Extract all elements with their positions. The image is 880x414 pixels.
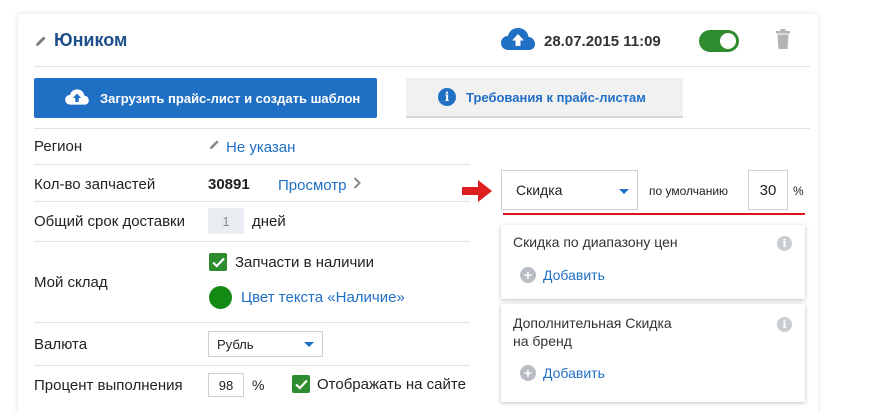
edit-pencil-icon xyxy=(208,138,221,156)
info-icon[interactable]: i xyxy=(777,236,792,251)
percent-input[interactable]: 98 xyxy=(208,373,244,397)
requirements-button[interactable]: i Требования к прайс-листам xyxy=(406,78,683,118)
currency-select[interactable]: Рубль xyxy=(208,331,323,357)
percent-unit: % xyxy=(252,377,265,393)
plus-icon: + xyxy=(520,365,536,381)
row-divider xyxy=(34,322,470,323)
panel-title: Дополнительная Скидка на бренд xyxy=(513,314,672,350)
show-on-site-label: Отображать на сайте xyxy=(317,375,466,393)
default-discount-unit: % xyxy=(793,184,804,198)
row-divider xyxy=(34,201,470,202)
show-on-site-checkbox[interactable] xyxy=(292,375,310,393)
parts-view-label[interactable]: Просмотр xyxy=(278,177,347,194)
row-divider xyxy=(34,241,470,242)
warehouse-label: Мой склад xyxy=(34,274,108,291)
add-price-range-button[interactable]: + Добавить xyxy=(520,267,605,283)
discount-type-value: Скидка xyxy=(516,182,563,198)
add-brand-discount-button[interactable]: + Добавить xyxy=(520,365,605,381)
percent-label: Процент выполнения xyxy=(34,377,183,394)
chevron-down-icon xyxy=(304,342,314,347)
default-discount-input[interactable]: 30 xyxy=(748,170,788,210)
edit-pencil-icon[interactable] xyxy=(34,34,48,48)
trash-icon[interactable] xyxy=(775,29,791,54)
row-divider xyxy=(34,164,470,165)
currency-value: Рубль xyxy=(217,336,254,352)
buttons-divider xyxy=(34,128,810,129)
upload-pricelist-label: Загрузить прайс-лист и создать шаблон xyxy=(100,90,361,106)
region-label: Регион xyxy=(34,138,83,155)
panel-title-line: Дополнительная Скидка xyxy=(513,315,672,331)
chevron-right-icon xyxy=(353,176,361,194)
red-arrow-icon xyxy=(462,180,492,207)
panel-title: Скидка по диапазону цен xyxy=(513,234,678,250)
price-range-discount-panel: Скидка по диапазону цен i + Добавить xyxy=(501,225,805,299)
add-label: Добавить xyxy=(543,365,605,381)
supplier-name[interactable]: Юником xyxy=(54,30,127,51)
currency-label: Валюта xyxy=(34,336,88,353)
delivery-unit: дней xyxy=(252,213,286,230)
show-on-site-group[interactable]: Отображать на сайте xyxy=(292,375,466,393)
region-value[interactable]: Не указан xyxy=(226,139,295,156)
cloud-upload-icon xyxy=(500,26,536,57)
active-toggle[interactable] xyxy=(699,30,739,52)
add-label: Добавить xyxy=(543,267,605,283)
info-icon: i xyxy=(438,88,456,106)
chevron-down-icon xyxy=(619,189,629,194)
cloud-upload-icon xyxy=(64,88,90,109)
plus-icon: + xyxy=(520,267,536,283)
parts-count-value: 30891 xyxy=(208,176,250,193)
color-swatch[interactable] xyxy=(209,286,232,309)
discount-type-select[interactable]: Скидка xyxy=(501,170,638,210)
discount-underline xyxy=(503,213,805,215)
info-icon[interactable]: i xyxy=(777,317,792,332)
in-stock-group[interactable]: Запчасти в наличии xyxy=(209,253,374,271)
region-link-group[interactable]: Не указан xyxy=(208,138,295,156)
default-label: по умолчанию xyxy=(649,184,729,198)
header-divider xyxy=(34,66,810,67)
in-stock-checkbox[interactable] xyxy=(209,253,227,271)
toggle-knob xyxy=(720,33,736,49)
row-divider xyxy=(34,365,470,366)
text-color-group[interactable]: Цвет текста «Наличие» xyxy=(209,286,405,309)
requirements-label: Требования к прайс-листам xyxy=(466,89,646,105)
parts-count-label: Кол-во запчастей xyxy=(34,176,156,193)
upload-date-group: 28.07.2015 11:09 xyxy=(500,26,661,57)
upload-pricelist-button[interactable]: Загрузить прайс-лист и создать шаблон xyxy=(34,78,377,118)
supplier-title: Юником xyxy=(34,30,127,51)
brand-discount-panel: Дополнительная Скидка на бренд i + Добав… xyxy=(501,304,805,402)
upload-date: 28.07.2015 11:09 xyxy=(544,33,661,50)
text-color-link[interactable]: Цвет текста «Наличие» xyxy=(241,289,405,306)
delivery-label: Общий срок доставки xyxy=(34,213,185,230)
panel-title-line: на бренд xyxy=(513,333,572,349)
parts-view-link[interactable]: Просмотр xyxy=(278,176,361,194)
delivery-days-input[interactable]: 1 xyxy=(208,208,244,234)
in-stock-label: Запчасти в наличии xyxy=(235,253,375,271)
